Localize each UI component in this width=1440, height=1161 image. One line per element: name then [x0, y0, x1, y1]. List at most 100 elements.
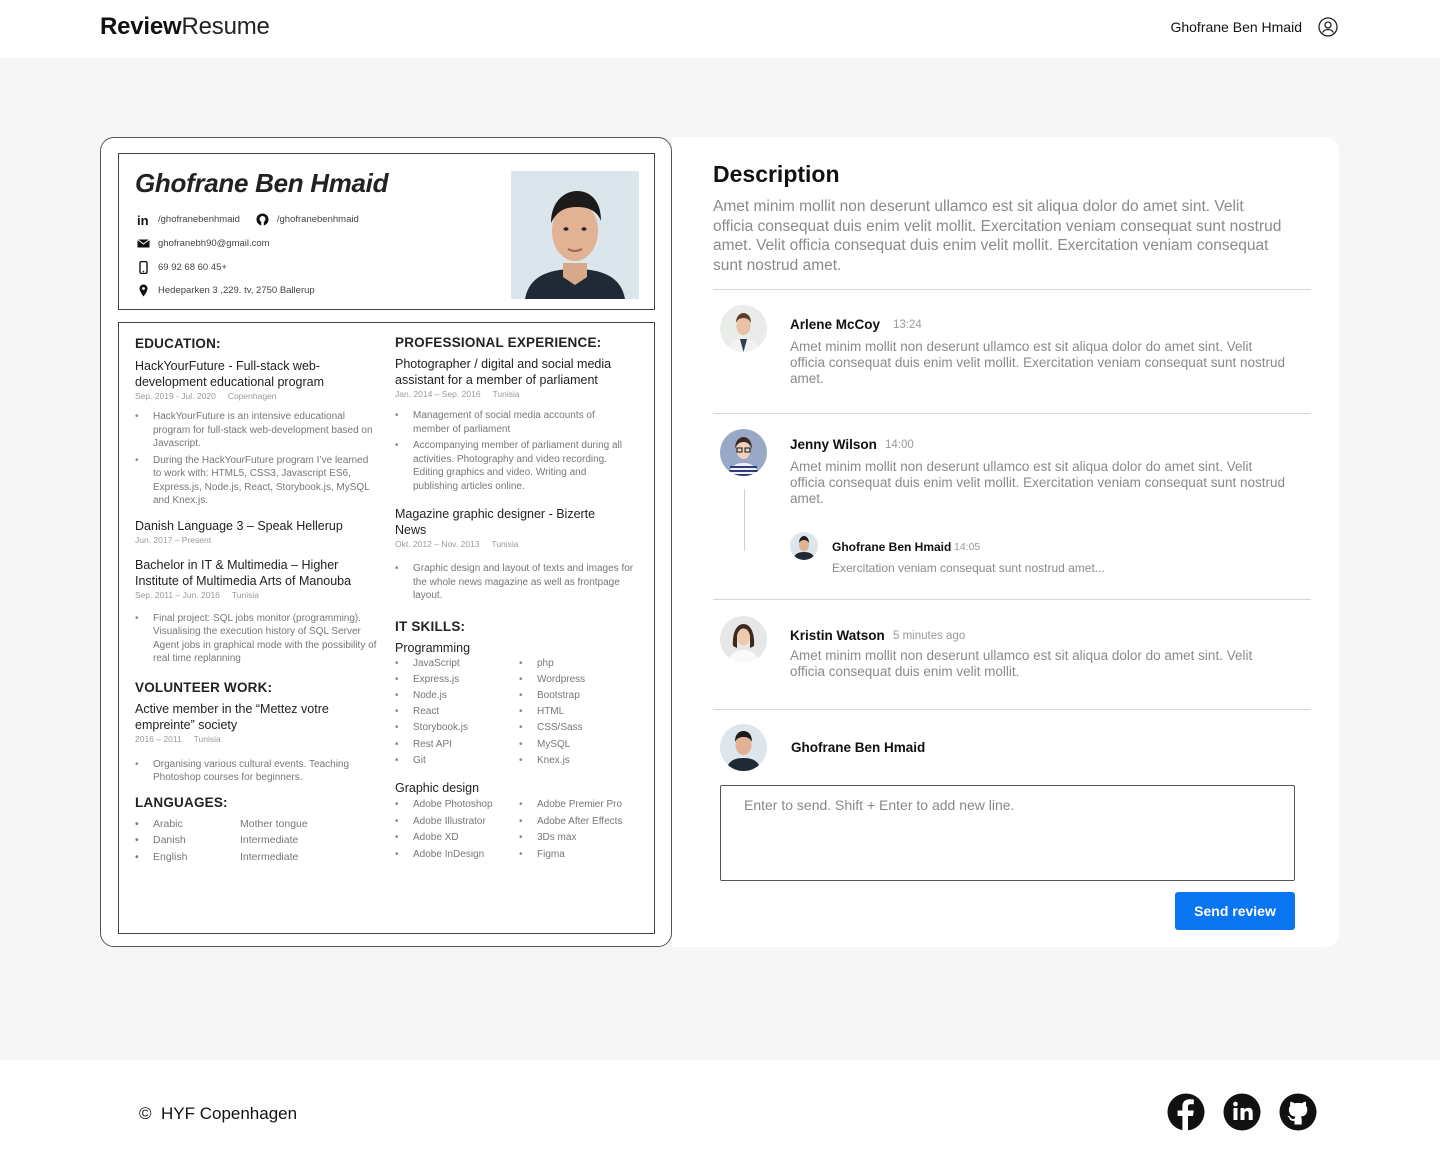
resume-left-column: EDUCATION: HackYourFuture - Full-stack w…	[135, 323, 377, 865]
current-user-name[interactable]: Ghofrane Ben Hmaid	[1170, 19, 1302, 35]
languages-list: • Arabic Mother tongue • Danish Intermediate…	[135, 816, 377, 866]
experience-entry-meta: Okt. 2012 – Nov. 2013 Tunisia	[395, 539, 519, 549]
reply-text: Exercitation veniam consequat sunt nostr…	[832, 561, 1105, 575]
education-entry-title: Danish Language 3 – Speak Hellerup	[135, 518, 343, 533]
skill-item: Knex.js	[519, 753, 643, 769]
skill-item: Express.js	[395, 672, 519, 688]
divider	[713, 709, 1311, 710]
resume-social-row: in /ghofranebenhmaid /ghofranebenhmaid	[137, 213, 359, 226]
experience-entry-bullets: Graphic design and layout of texts and i…	[395, 562, 641, 603]
phone-icon	[139, 261, 148, 274]
resume-address-row: Hedeparken 3 ,229. tv, 2750 Ballerup	[137, 284, 315, 297]
comment-text: Amet minim mollit non deserunt ullamco e…	[790, 648, 1253, 679]
review-panel: Description Amet minim mollit non deseru…	[672, 137, 1339, 947]
skill-list: Adobe PhotoshopAdobe IllustratorAdobe XD…	[395, 797, 519, 864]
github-icon[interactable]	[1279, 1093, 1317, 1131]
reply-thread-line	[744, 489, 745, 551]
education-entry-title: Bachelor in IT & Multimedia – Higher Ins…	[135, 557, 352, 588]
language-row: • English Intermediate	[135, 850, 299, 863]
bullet-item: HackYourFuture is an intensive education…	[135, 410, 375, 451]
resume-phone: 69 92 68 60 45+	[158, 262, 227, 273]
review-input[interactable]: Enter to send. Shift + Enter to add new …	[720, 785, 1295, 881]
skill-item: Adobe Photoshop	[395, 797, 519, 814]
programming-skills: JavaScriptExpress.jsNode.jsReactStoryboo…	[395, 656, 643, 770]
graphic-skills: Adobe PhotoshopAdobe IllustratorAdobe XD…	[395, 797, 643, 864]
skills-heading: IT SKILLS:	[395, 618, 466, 634]
avatar	[720, 429, 767, 476]
comment-author: Jenny Wilson	[790, 437, 877, 452]
divider	[713, 289, 1311, 290]
resume-body: EDUCATION: HackYourFuture - Full-stack w…	[118, 322, 655, 934]
resume-github: /ghofranebenhmaid	[276, 214, 359, 225]
resume-photo	[511, 171, 639, 299]
skill-item: CSS/Sass	[519, 720, 643, 736]
skill-item: Node.js	[395, 688, 519, 704]
user-account-icon[interactable]	[1318, 17, 1338, 37]
experience-entry-bullets: Management of social media accounts of m…	[395, 409, 627, 493]
education-entry-bullets: Final project: SQL jobs monitor (program…	[135, 612, 377, 666]
resume-phone-row: 69 92 68 60 45+	[137, 261, 227, 274]
facebook-icon[interactable]	[1167, 1093, 1205, 1131]
skill-item: 3Ds max	[519, 830, 643, 847]
composer-author: Ghofrane Ben Hmaid	[791, 740, 926, 755]
avatar	[720, 616, 767, 663]
skill-item: JavaScript	[395, 656, 519, 672]
description-title: Description	[713, 161, 840, 187]
comment-time: 14:00	[885, 439, 914, 451]
reply-time: 14:05	[954, 541, 981, 553]
bullet-item: Final project: SQL jobs monitor (program…	[135, 612, 377, 666]
svg-text:in: in	[137, 213, 149, 226]
volunteer-heading: VOLUNTEER WORK:	[135, 679, 273, 695]
divider	[713, 413, 1311, 414]
bullet-item: Organising various cultural events. Teac…	[135, 758, 375, 785]
resume-email-row: ghofranebh90@gmail.com	[137, 237, 270, 250]
skill-item: Git	[395, 753, 519, 769]
skill-item: Figma	[519, 847, 643, 864]
skill-item: Adobe Illustrator	[395, 814, 519, 831]
skill-item: Storybook.js	[395, 720, 519, 736]
resume-right-column: PROFESSIONAL EXPERIENCE: Photographer / …	[395, 323, 643, 864]
languages-heading: LANGUAGES:	[135, 794, 228, 810]
bullet-item: Graphic design and layout of texts and i…	[395, 562, 641, 603]
mail-icon	[137, 239, 150, 248]
github-icon	[256, 213, 269, 226]
app-logo[interactable]: ReviewResume	[100, 13, 270, 41]
skill-list: Adobe Premier ProAdobe After Effects3Ds …	[519, 797, 643, 864]
reply-author: Ghofrane Ben Hmaid	[832, 540, 952, 554]
volunteer-entry-bullets: Organising various cultural events. Teac…	[135, 758, 375, 785]
top-header: ReviewResume Ghofrane Ben Hmaid	[0, 0, 1440, 58]
skill-item: React	[395, 704, 519, 720]
education-entry-meta: Jun. 2017 – Present	[135, 534, 212, 545]
resume-address: Hedeparken 3 ,229. tv, 2750 Ballerup	[158, 285, 315, 296]
language-row: • Arabic Mother tongue	[135, 817, 308, 830]
skill-item: Wordpress	[519, 672, 643, 688]
skill-item: MySQL	[519, 737, 643, 753]
skill-item: php	[519, 656, 643, 672]
send-review-button[interactable]: Send review	[1175, 892, 1295, 930]
avatar	[720, 305, 767, 352]
resume-header: Ghofrane Ben Hmaid in /ghofranebenhmaid …	[118, 153, 655, 310]
volunteer-entry-title: Active member in the “Mettez votre empre…	[135, 701, 329, 732]
resume-name: Ghofrane Ben Hmaid	[135, 168, 389, 198]
comment-author: Arlene McCoy	[790, 317, 881, 332]
experience-entry-title: Photographer / digital and social media …	[395, 357, 612, 387]
bullet-item: Accompanying member of parliament during…	[395, 439, 627, 493]
copyright: © HYF Copenhagen	[139, 1104, 298, 1123]
comment-time: 5 minutes ago	[893, 630, 966, 642]
description-text: Amet minim mollit non deserunt ullamco e…	[713, 198, 1282, 274]
education-entry-meta: Sep. 2019 - Jul. 2020 Copenhagen	[135, 391, 277, 401]
comment-text: Amet minim mollit non deserunt ullamco e…	[790, 459, 1286, 506]
comment-text: Amet minim mollit non deserunt ullamco e…	[790, 339, 1286, 386]
linkedin-icon: in	[137, 213, 149, 226]
programming-heading: Programming	[395, 640, 471, 655]
experience-entry-title: Magazine graphic designer - Bizerte News	[395, 507, 596, 537]
skill-list: phpWordpressBootstrapHTMLCSS/SassMySQLKn…	[519, 656, 643, 770]
language-row: • Danish Intermediate	[135, 834, 299, 846]
graphic-design-heading: Graphic design	[395, 780, 480, 795]
skill-item: Adobe Premier Pro	[519, 797, 643, 814]
footer: © HYF Copenhagen	[0, 1060, 1440, 1161]
resume-preview-card: Ghofrane Ben Hmaid in /ghofranebenhmaid …	[100, 137, 672, 947]
bullet-item: During the HackYourFuture program I’ve l…	[135, 454, 375, 508]
linkedin-icon[interactable]	[1223, 1093, 1261, 1131]
resume-linkedin: /ghofranebenhmaid	[158, 214, 240, 225]
